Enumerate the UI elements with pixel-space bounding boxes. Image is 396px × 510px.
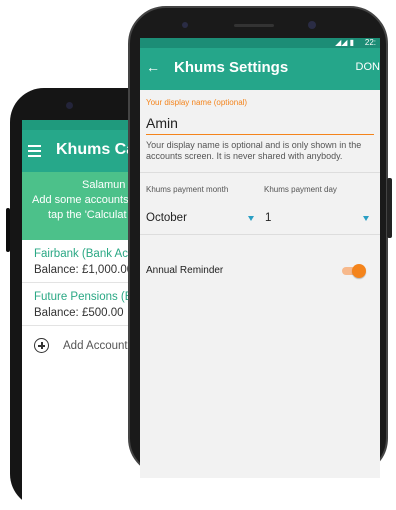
payment-day-select[interactable]: 1 — [265, 212, 374, 224]
phone-top-bezel — [130, 8, 386, 42]
add-account-label: Add Account... — [63, 339, 138, 352]
payment-day-value: 1 — [264, 212, 272, 224]
annual-reminder-toggle[interactable] — [340, 264, 366, 278]
settings-screen: ◢◢ ▮ 22: ← Khums Settings DON Your displ… — [140, 38, 380, 478]
app-bar: ← Khums Settings DON — [140, 48, 380, 90]
signal-icon: ◢◢ ▮ — [335, 38, 354, 47]
dropdown-caret-icon — [362, 216, 369, 221]
display-name-label: Your display name (optional) — [146, 98, 248, 107]
payment-day-label: Khums payment day — [264, 185, 337, 194]
display-name-helper: Your display name is optional and is onl… — [146, 140, 362, 161]
dropdown-caret-icon — [248, 216, 254, 221]
toggle-thumb — [352, 264, 366, 278]
sensor — [182, 22, 188, 28]
divider — [140, 234, 380, 235]
payment-month-label: Khums payment month — [146, 185, 229, 194]
back-arrow-icon[interactable]: ← — [146, 59, 160, 75]
divider — [140, 172, 380, 173]
display-name-input[interactable] — [146, 107, 374, 135]
side-button — [6, 208, 10, 252]
payment-selects: October 1 — [146, 212, 374, 224]
annual-reminder-row: Annual Reminder — [146, 257, 374, 287]
status-time: 22: — [364, 38, 376, 47]
annual-reminder-label: Annual Reminder — [146, 265, 224, 276]
payment-labels: Khums payment month Khums payment day — [146, 185, 374, 194]
add-circle-icon — [34, 338, 49, 353]
hamburger-icon[interactable] — [28, 145, 41, 157]
side-button — [387, 178, 392, 238]
payment-month-select[interactable]: October — [146, 212, 265, 224]
front-phone: ◢◢ ▮ 22: ← Khums Settings DON Your displ… — [128, 6, 392, 478]
speaker-grille — [234, 24, 274, 27]
status-bar: ◢◢ ▮ 22: — [140, 38, 380, 48]
settings-form: Your display name (optional) Your displa… — [140, 98, 380, 287]
payment-month-value: October — [146, 212, 187, 224]
camera — [66, 102, 73, 109]
done-button[interactable]: DON — [356, 61, 380, 73]
page-title: Khums Settings — [174, 59, 289, 76]
front-camera — [308, 21, 316, 29]
